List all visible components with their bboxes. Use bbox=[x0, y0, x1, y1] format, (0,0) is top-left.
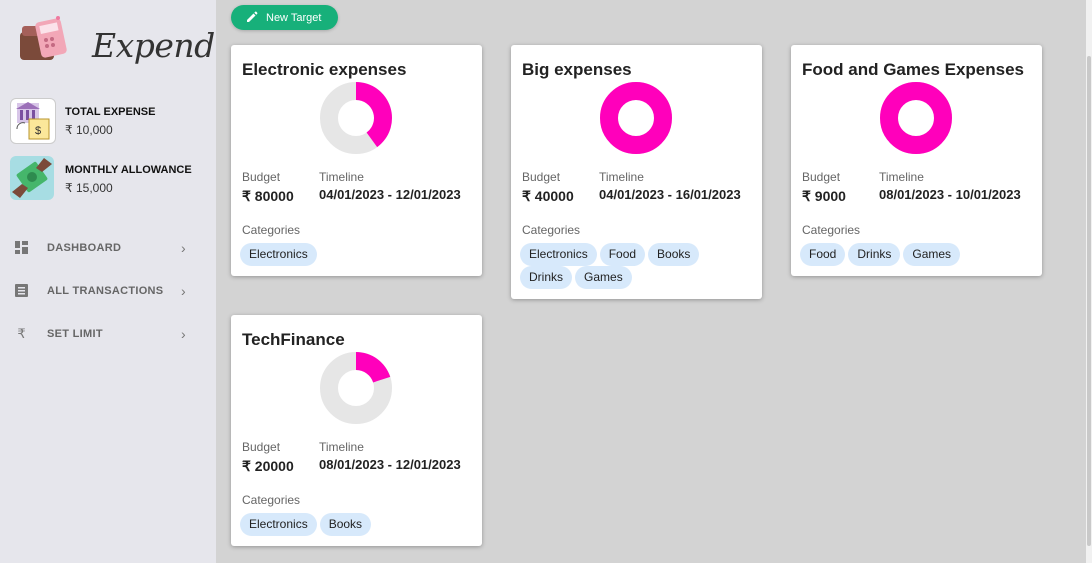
donut-spent-arc bbox=[880, 82, 952, 154]
nav-item-set-limit[interactable]: ₹ SET LIMIT › bbox=[0, 316, 216, 352]
chevron-right-icon: › bbox=[181, 326, 186, 342]
categories-label: Categories bbox=[522, 223, 581, 237]
sidebar: Expendio $ TOTAL EXPENSE ₹ 10,000 MONTHL… bbox=[0, 0, 245, 563]
category-chip[interactable]: Electronics bbox=[240, 513, 317, 536]
category-chips: Electronics Books bbox=[240, 513, 480, 536]
stat-value: ₹ 10,000 bbox=[65, 123, 113, 137]
budget-value: ₹ 20000 bbox=[242, 458, 294, 474]
target-card: Electronic expenses Budget ₹ 80000 Timel… bbox=[231, 45, 482, 276]
budget-label: Budget bbox=[802, 170, 841, 184]
wallet-calculator-icon bbox=[20, 16, 67, 60]
categories-label: Categories bbox=[242, 223, 301, 237]
new-target-button[interactable]: New Target bbox=[231, 5, 338, 30]
budget-value: ₹ 40000 bbox=[522, 188, 574, 204]
category-chip[interactable]: Electronics bbox=[520, 243, 597, 266]
card-title: Electronic expenses bbox=[242, 60, 407, 79]
scrollbar[interactable] bbox=[1086, 0, 1092, 563]
donut-spent-arc bbox=[600, 82, 672, 154]
new-target-label: New Target bbox=[266, 12, 322, 24]
budget-donut-chart bbox=[320, 82, 392, 154]
budget-donut-chart bbox=[320, 352, 392, 424]
card-title: TechFinance bbox=[242, 330, 345, 349]
money-hand-icon bbox=[10, 156, 54, 200]
category-chip[interactable]: Electronics bbox=[240, 243, 317, 266]
app-logo[interactable]: Expendio bbox=[14, 12, 245, 72]
nav-item-dashboard[interactable]: DASHBOARD › bbox=[0, 230, 216, 266]
nav-label: ALL TRANSACTIONS bbox=[47, 285, 164, 297]
chevron-right-icon: › bbox=[181, 283, 186, 299]
timeline-value: 08/01/2023 - 10/01/2023 bbox=[879, 187, 1021, 202]
category-chip[interactable]: Games bbox=[575, 266, 632, 289]
total-expense-stat: $ TOTAL EXPENSE ₹ 10,000 bbox=[10, 98, 210, 146]
category-chip[interactable]: Games bbox=[903, 243, 961, 266]
budget-label: Budget bbox=[242, 170, 281, 184]
nav-label: SET LIMIT bbox=[47, 328, 103, 340]
categories-label: Categories bbox=[802, 223, 861, 237]
donut-spent-arc bbox=[356, 352, 391, 383]
category-chip[interactable]: Food bbox=[800, 243, 846, 266]
bank-receipt-icon: $ bbox=[10, 98, 56, 144]
list-icon bbox=[15, 284, 28, 297]
timeline-value: 04/01/2023 - 12/01/2023 bbox=[319, 187, 461, 202]
svg-text:$: $ bbox=[35, 125, 41, 137]
category-chip[interactable]: Books bbox=[319, 513, 372, 536]
chevron-right-icon: › bbox=[181, 240, 186, 256]
budget-donut-chart bbox=[600, 82, 672, 154]
timeline-label: Timeline bbox=[319, 440, 364, 454]
category-chip[interactable]: Drinks bbox=[848, 243, 901, 266]
timeline-value: 04/01/2023 - 16/01/2023 bbox=[599, 187, 741, 202]
categories-label: Categories bbox=[242, 493, 301, 507]
budget-donut-chart bbox=[880, 82, 952, 154]
budget-label: Budget bbox=[522, 170, 561, 184]
category-chips: Food Drinks Games bbox=[800, 243, 1040, 266]
budget-label: Budget bbox=[242, 440, 281, 454]
rupee-icon: ₹ bbox=[17, 326, 26, 341]
category-chips: Electronics bbox=[240, 243, 480, 266]
nav-item-all-transactions[interactable]: ALL TRANSACTIONS › bbox=[0, 273, 216, 309]
category-chips: Electronics Food Books Drinks Games bbox=[520, 243, 760, 289]
budget-value: ₹ 9000 bbox=[802, 188, 846, 204]
category-chip[interactable]: Drinks bbox=[520, 266, 573, 289]
nav-label: DASHBOARD bbox=[47, 242, 122, 254]
stat-title: TOTAL EXPENSE bbox=[65, 106, 156, 118]
target-card: TechFinance Budget ₹ 20000 Timeline 08/0… bbox=[231, 315, 482, 546]
stat-value: ₹ 15,000 bbox=[65, 181, 113, 195]
pencil-icon bbox=[247, 11, 258, 22]
timeline-value: 08/01/2023 - 12/01/2023 bbox=[319, 457, 461, 472]
target-card: Big expenses Budget ₹ 40000 Timeline 04/… bbox=[511, 45, 762, 299]
monthly-allowance-stat: MONTHLY ALLOWANCE ₹ 15,000 bbox=[10, 156, 210, 204]
card-title: Big expenses bbox=[522, 60, 632, 79]
timeline-label: Timeline bbox=[599, 170, 644, 184]
target-card: Food and Games Expenses Budget ₹ 9000 Ti… bbox=[791, 45, 1042, 276]
dashboard-icon bbox=[15, 241, 28, 254]
category-chip[interactable]: Books bbox=[648, 243, 700, 266]
budget-value: ₹ 80000 bbox=[242, 188, 294, 204]
stat-title: MONTHLY ALLOWANCE bbox=[65, 164, 192, 176]
scrollbar-thumb[interactable] bbox=[1087, 56, 1091, 546]
category-chip[interactable]: Food bbox=[599, 243, 646, 266]
card-title: Food and Games Expenses bbox=[802, 60, 1025, 79]
timeline-label: Timeline bbox=[319, 170, 364, 184]
timeline-label: Timeline bbox=[879, 170, 924, 184]
